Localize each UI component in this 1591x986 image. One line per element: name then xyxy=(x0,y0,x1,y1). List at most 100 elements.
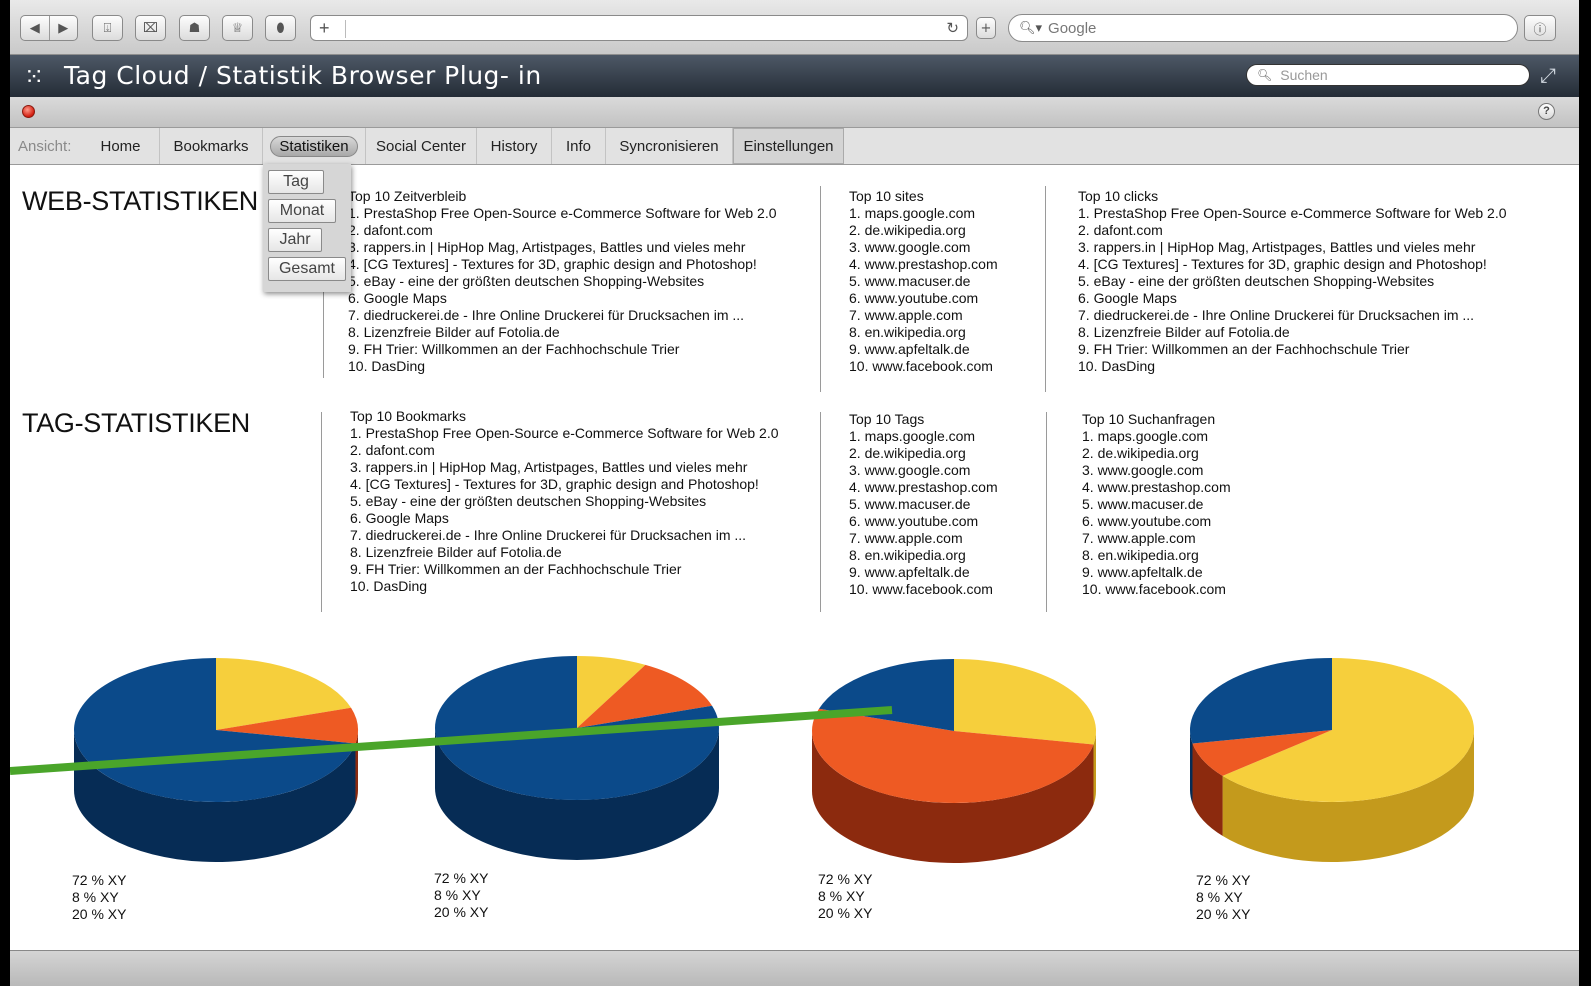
list-item[interactable]: 9. FH Trier: Willkommen an der Fachhochs… xyxy=(348,341,777,358)
list-item[interactable]: 4. [CG Textures] - Textures for 3D, grap… xyxy=(348,256,777,273)
pie-slice-blue xyxy=(1190,658,1332,744)
close-icon[interactable] xyxy=(22,105,35,118)
nav-item-history[interactable]: History xyxy=(477,128,552,164)
list-item[interactable]: 9. www.apfeltalk.de xyxy=(1082,564,1231,581)
list-item[interactable]: 7. www.apple.com xyxy=(849,530,998,547)
list-item[interactable]: 1. PrestaShop Free Open-Source e-Commerc… xyxy=(1078,205,1507,222)
dropdown-item-monat[interactable]: Monat xyxy=(268,199,336,223)
list-item[interactable]: 4. www.prestashop.com xyxy=(849,479,998,496)
list-item[interactable]: 10. www.facebook.com xyxy=(849,581,998,598)
list-item[interactable]: 8. Lizenzfreie Bilder auf Fotolia.de xyxy=(350,544,779,561)
expand-icon[interactable]: ⤢ xyxy=(1540,63,1556,87)
list-item[interactable]: 3. rappers.in | HipHop Mag, Artistpages,… xyxy=(350,459,779,476)
add-tab-icon[interactable]: + xyxy=(319,18,330,39)
nav-item-home[interactable]: Home xyxy=(82,128,160,164)
list-item[interactable]: 5. eBay - eine der größten deutschen Sho… xyxy=(348,273,777,290)
browser-toolbar: ◀ ▶ ⍗ ⌧ ☗ ♕ ⬮ + ↻ + 🔍︎▾ Google ⓘ xyxy=(10,0,1579,55)
list-item[interactable]: 8. en.wikipedia.org xyxy=(1082,547,1231,564)
list-item[interactable]: 10. www.facebook.com xyxy=(1082,581,1231,598)
list-item[interactable]: 4. [CG Textures] - Textures for 3D, grap… xyxy=(350,476,779,493)
app-search-field[interactable]: 🔍︎ Suchen xyxy=(1246,64,1530,86)
list-item[interactable]: 5. eBay - eine der größten deutschen Sho… xyxy=(1078,273,1507,290)
list-item[interactable]: 10. DasDing xyxy=(350,578,779,595)
list-item[interactable]: 1. PrestaShop Free Open-Source e-Commerc… xyxy=(348,205,777,222)
list-item[interactable]: 9. FH Trier: Willkommen an der Fachhochs… xyxy=(350,561,779,578)
pie-chart-2 xyxy=(435,656,719,860)
list-item[interactable]: 7. www.apple.com xyxy=(849,307,998,324)
dropdown-item-gesamt[interactable]: Gesamt xyxy=(268,257,346,281)
list-item[interactable]: 4. www.prestashop.com xyxy=(1082,479,1231,496)
list-heading: Top 10 sites xyxy=(849,188,924,204)
list-item[interactable]: 7. diedruckerei.de - Ihre Online Drucker… xyxy=(1078,307,1507,324)
list-item[interactable]: 7. diedruckerei.de - Ihre Online Drucker… xyxy=(350,527,779,544)
list-item[interactable]: 8. en.wikipedia.org xyxy=(849,547,998,564)
search-icon: 🔍︎▾ xyxy=(1019,20,1043,36)
list-item[interactable]: 9. www.apfeltalk.de xyxy=(849,564,998,581)
list-item[interactable]: 4. [CG Textures] - Textures for 3D, grap… xyxy=(1078,256,1507,273)
info-icon[interactable]: ⓘ xyxy=(1524,15,1556,41)
stop-icon[interactable]: ⬮ xyxy=(265,15,296,41)
list-item[interactable]: 8. Lizenzfreie Bilder auf Fotolia.de xyxy=(1078,324,1507,341)
nav-item-social-center[interactable]: Social Center xyxy=(366,128,477,164)
list-item[interactable]: 2. dafont.com xyxy=(350,442,779,459)
add-bookmark-icon[interactable]: + xyxy=(976,17,996,39)
list-item[interactable]: 8. Lizenzfreie Bilder auf Fotolia.de xyxy=(348,324,777,341)
list-item[interactable]: 4. www.prestashop.com xyxy=(849,256,998,273)
list-item[interactable]: 10. DasDing xyxy=(1078,358,1507,375)
list-item[interactable]: 6. Google Maps xyxy=(1078,290,1507,307)
back-forward-buttons[interactable]: ◀ ▶ xyxy=(20,15,78,41)
list-item[interactable]: 5. eBay - eine der größten deutschen Sho… xyxy=(350,493,779,510)
list-item[interactable]: 6. www.youtube.com xyxy=(1082,513,1231,530)
dropdown-item-jahr[interactable]: Jahr xyxy=(268,228,322,252)
list-item[interactable]: 1. maps.google.com xyxy=(849,428,998,445)
legend-line: 8 % XY xyxy=(434,887,481,903)
list-item[interactable]: 2. de.wikipedia.org xyxy=(1082,445,1231,462)
nav-item-einstellungen[interactable]: Einstellungen xyxy=(733,128,844,164)
help-icon[interactable]: ? xyxy=(1538,103,1555,120)
list-item[interactable]: 5. www.macuser.de xyxy=(849,496,998,513)
list-item[interactable]: 6. Google Maps xyxy=(348,290,777,307)
list-item[interactable]: 9. FH Trier: Willkommen an der Fachhochs… xyxy=(1078,341,1507,358)
dropdown-item-tag[interactable]: Tag xyxy=(268,170,324,194)
list-item[interactable]: 3. www.google.com xyxy=(1082,462,1231,479)
list-item[interactable]: 3. rappers.in | HipHop Mag, Artistpages,… xyxy=(1078,239,1507,256)
reload-icon[interactable]: ↻ xyxy=(946,19,959,37)
pie-chart-4 xyxy=(1190,658,1474,862)
crown-icon[interactable]: ♕ xyxy=(222,15,253,41)
list-item[interactable]: 5. www.macuser.de xyxy=(1082,496,1231,513)
pie-charts xyxy=(73,656,1474,863)
list-item[interactable]: 2. de.wikipedia.org xyxy=(849,445,998,462)
list-item[interactable]: 1. maps.google.com xyxy=(1082,428,1231,445)
top10-zeitverbleib-list: Top 10 Zeitverbleib 1. PrestaShop Free O… xyxy=(348,188,777,375)
bookmark-add-icon[interactable]: ⍗ xyxy=(92,15,123,41)
list-item[interactable]: 10. www.facebook.com xyxy=(849,358,998,375)
nav-item-bookmarks[interactable]: Bookmarks xyxy=(160,128,263,164)
plugin-icon[interactable]: ☗ xyxy=(179,15,210,41)
list-item[interactable]: 3. www.google.com xyxy=(849,462,998,479)
nav-item-syncronisieren[interactable]: Syncronisieren xyxy=(606,128,733,164)
list-item[interactable]: 2. dafont.com xyxy=(348,222,777,239)
list-item[interactable]: 10. DasDing xyxy=(348,358,777,375)
back-icon[interactable]: ◀ xyxy=(21,21,49,36)
browser-search-field[interactable]: 🔍︎▾ Google xyxy=(1008,14,1518,42)
list-item[interactable]: 3. rappers.in | HipHop Mag, Artistpages,… xyxy=(348,239,777,256)
list-item[interactable]: 9. www.apfeltalk.de xyxy=(849,341,998,358)
nav-item-info[interactable]: Info xyxy=(552,128,606,164)
list-item[interactable]: 7. diedruckerei.de - Ihre Online Drucker… xyxy=(348,307,777,324)
forward-icon[interactable]: ▶ xyxy=(50,21,78,36)
list-item[interactable]: 1. PrestaShop Free Open-Source e-Commerc… xyxy=(350,425,779,442)
bookmarks-icon[interactable]: ⌧ xyxy=(135,15,166,41)
list-item[interactable]: 6. Google Maps xyxy=(350,510,779,527)
list-item[interactable]: 2. de.wikipedia.org xyxy=(849,222,998,239)
list-item[interactable]: 6. www.youtube.com xyxy=(849,290,998,307)
list-item[interactable]: 2. dafont.com xyxy=(1078,222,1507,239)
list-item[interactable]: 1. maps.google.com xyxy=(849,205,998,222)
list-item[interactable]: 3. www.google.com xyxy=(849,239,998,256)
list-item[interactable]: 5. www.macuser.de xyxy=(849,273,998,290)
legend-line: 72 % XY xyxy=(1196,872,1251,888)
list-item[interactable]: 6. www.youtube.com xyxy=(849,513,998,530)
list-item[interactable]: 7. www.apple.com xyxy=(1082,530,1231,547)
nav-item-statistiken[interactable]: Statistiken xyxy=(263,128,366,164)
list-item[interactable]: 8. en.wikipedia.org xyxy=(849,324,998,341)
url-field[interactable]: + ↻ xyxy=(310,15,968,41)
